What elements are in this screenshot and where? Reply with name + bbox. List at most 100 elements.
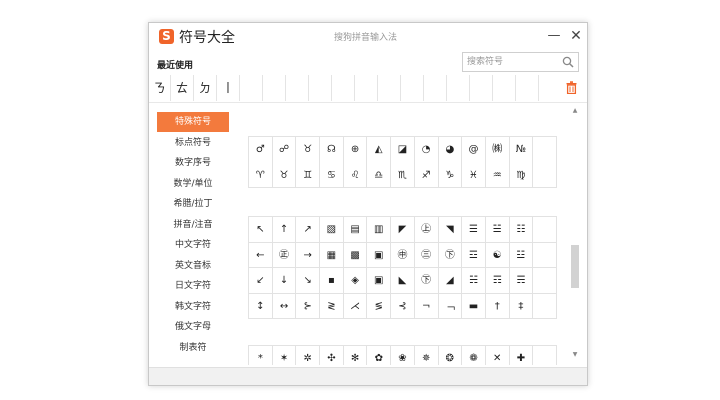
- symbol-cell[interactable]: [533, 162, 557, 188]
- symbol-cell[interactable]: ☱: [485, 217, 510, 243]
- symbol-cell[interactable]: ◢: [438, 268, 463, 294]
- recent-symbol-cell[interactable]: [424, 75, 447, 101]
- symbol-cell[interactable]: ﹁: [438, 293, 463, 319]
- scroll-down-arrow-icon[interactable]: ▼: [571, 351, 579, 359]
- scroll-up-arrow-icon[interactable]: ▲: [571, 107, 579, 115]
- sidebar-item[interactable]: 俄文字母: [157, 317, 229, 337]
- symbol-cell[interactable]: →: [296, 242, 321, 268]
- recent-symbol-cell[interactable]: [309, 75, 332, 101]
- symbol-cell[interactable]: †: [485, 293, 510, 319]
- sidebar-item[interactable]: 英文音标: [157, 256, 229, 276]
- symbol-cell[interactable]: ◪: [391, 137, 415, 163]
- symbol-cell[interactable]: ☊: [320, 137, 344, 163]
- sidebar-item[interactable]: 日文字符: [157, 276, 229, 296]
- symbol-cell[interactable]: ▬: [462, 293, 486, 319]
- symbol-cell[interactable]: ✕: [486, 346, 510, 365]
- symbol-cell[interactable]: ◔: [415, 137, 439, 163]
- sidebar-item[interactable]: 希腊/拉丁: [157, 194, 229, 214]
- symbol-cell[interactable]: [533, 293, 557, 319]
- sidebar-item[interactable]: 标点符号: [157, 133, 229, 153]
- minimize-button[interactable]: —: [545, 26, 563, 46]
- symbol-cell[interactable]: *: [249, 346, 273, 365]
- recent-symbol-cell[interactable]: [493, 75, 516, 101]
- symbol-cell[interactable]: ☰: [462, 217, 486, 243]
- symbol-cell[interactable]: ✲: [296, 346, 321, 365]
- symbol-cell[interactable]: ❁: [462, 346, 486, 365]
- symbol-cell[interactable]: ↘: [296, 268, 321, 294]
- symbol-cell[interactable]: ㊥: [391, 242, 415, 268]
- symbol-cell[interactable]: ↗: [296, 217, 321, 243]
- symbol-cell[interactable]: ↔: [272, 293, 297, 319]
- symbol-cell[interactable]: ▩: [343, 242, 368, 268]
- recent-symbol-cell[interactable]: ㄋ: [149, 75, 171, 101]
- symbol-cell[interactable]: ▤: [343, 217, 368, 243]
- sidebar-item[interactable]: 制表符: [157, 338, 229, 358]
- symbol-cell[interactable]: @: [462, 137, 486, 163]
- symbol-cell[interactable]: ❂: [439, 346, 463, 365]
- sidebar-item[interactable]: 拼音/注音: [157, 215, 229, 235]
- symbol-cell[interactable]: ♍: [509, 162, 534, 188]
- symbol-cell[interactable]: ♐: [414, 162, 439, 188]
- sidebar-item[interactable]: 韩文字符: [157, 297, 229, 317]
- symbol-cell[interactable]: ↑: [272, 217, 297, 243]
- symbol-cell[interactable]: ☵: [462, 268, 486, 294]
- symbol-cell[interactable]: ㊂: [414, 242, 439, 268]
- symbol-cell[interactable]: ◕: [439, 137, 463, 163]
- sidebar-item[interactable]: 特殊符号: [157, 112, 229, 132]
- symbol-cell[interactable]: ▪: [320, 268, 344, 294]
- symbol-cell[interactable]: [533, 346, 557, 365]
- symbol-cell[interactable]: ♂: [249, 137, 273, 163]
- symbol-cell[interactable]: ▧: [320, 217, 344, 243]
- symbol-cell[interactable]: ←: [249, 242, 273, 268]
- symbol-cell[interactable]: ♒: [485, 162, 510, 188]
- symbol-cell[interactable]: ♌: [343, 162, 368, 188]
- symbol-cell[interactable]: ◣: [391, 268, 415, 294]
- recent-symbol-cell[interactable]: [355, 75, 378, 101]
- recent-symbol-cell[interactable]: [401, 75, 424, 101]
- recent-symbol-cell[interactable]: [240, 75, 263, 101]
- recent-symbol-cell[interactable]: [263, 75, 286, 101]
- symbol-cell[interactable]: ♈: [249, 162, 273, 188]
- sidebar-item[interactable]: 中文字符: [157, 235, 229, 255]
- symbol-cell[interactable]: ㈱: [486, 137, 510, 163]
- recent-symbol-cell[interactable]: 丨: [217, 75, 240, 101]
- search-icon[interactable]: [562, 56, 574, 68]
- recent-symbol-cell[interactable]: [332, 75, 355, 101]
- symbol-cell[interactable]: ↕: [249, 293, 273, 319]
- symbol-cell[interactable]: ♋: [320, 162, 344, 188]
- symbol-cell[interactable]: ▣: [367, 242, 392, 268]
- symbol-cell[interactable]: ▣: [367, 268, 392, 294]
- symbol-cell[interactable]: ↓: [272, 268, 297, 294]
- symbol-cell[interactable]: ♏: [391, 162, 415, 188]
- symbol-cell[interactable]: ‡: [509, 293, 534, 319]
- symbol-cell[interactable]: ◤: [391, 217, 415, 243]
- scroll-thumb[interactable]: [571, 245, 579, 288]
- symbol-cell[interactable]: ✻: [344, 346, 368, 365]
- symbol-cell[interactable]: ☷: [509, 217, 534, 243]
- symbol-cell[interactable]: ☍: [273, 137, 297, 163]
- symbol-cell[interactable]: ♉: [296, 137, 321, 163]
- symbol-cell[interactable]: ⊕: [344, 137, 368, 163]
- sidebar-item[interactable]: 数学/单位: [157, 174, 229, 194]
- trash-icon[interactable]: [566, 81, 577, 94]
- recent-symbol-cell[interactable]: ㄊ: [171, 75, 194, 101]
- symbol-cell[interactable]: ♑: [438, 162, 463, 188]
- symbol-cell[interactable]: №: [510, 137, 534, 163]
- symbol-cell[interactable]: ✿: [367, 346, 392, 365]
- recent-symbol-cell[interactable]: [286, 75, 309, 101]
- symbol-cell[interactable]: ¬: [414, 293, 439, 319]
- symbol-cell[interactable]: [533, 137, 557, 163]
- symbol-cell[interactable]: ♊: [296, 162, 321, 188]
- recent-symbol-cell[interactable]: [447, 75, 470, 101]
- symbol-cell[interactable]: ♉: [272, 162, 297, 188]
- close-button[interactable]: ✕: [567, 26, 585, 46]
- symbol-cell[interactable]: ☲: [462, 242, 486, 268]
- symbol-cell[interactable]: ✣: [320, 346, 344, 365]
- symbol-cell[interactable]: ✵: [415, 346, 439, 365]
- symbol-cell[interactable]: [533, 242, 557, 268]
- recent-symbol-cell[interactable]: ㄉ: [194, 75, 217, 101]
- recent-symbol-cell[interactable]: [516, 75, 539, 101]
- symbol-cell[interactable]: ㊦: [414, 268, 439, 294]
- symbol-cell[interactable]: ✶: [273, 346, 297, 365]
- symbol-cell[interactable]: ⊰: [391, 293, 415, 319]
